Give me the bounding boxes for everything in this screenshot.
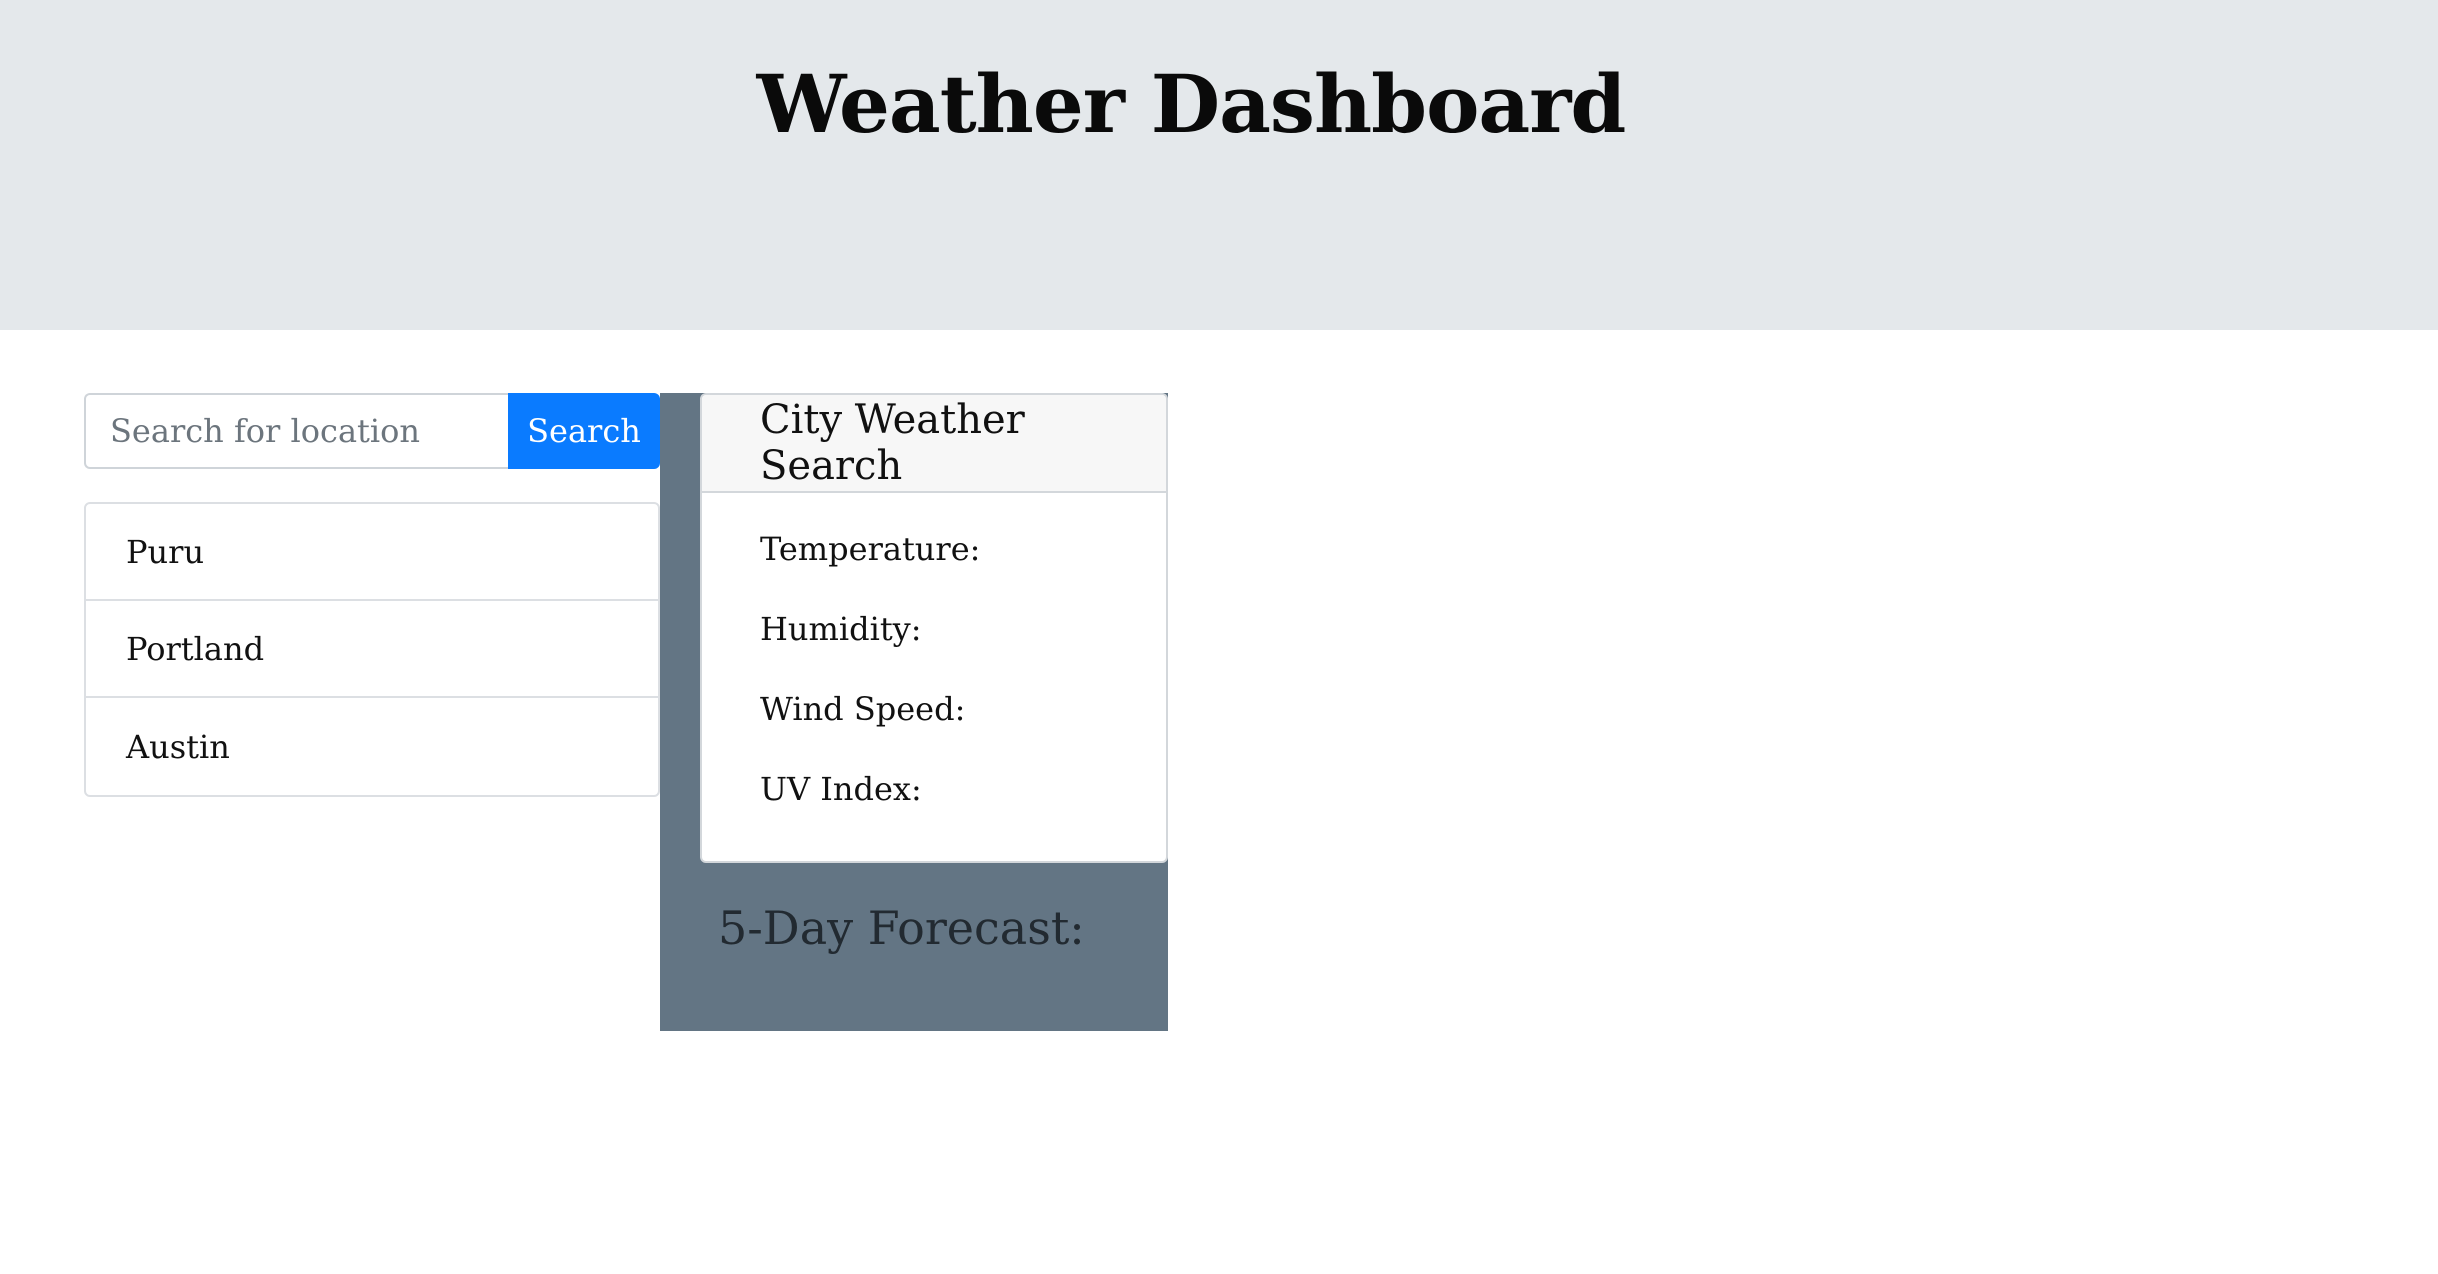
temperature-label: Temperature: xyxy=(760,530,981,568)
card-body: Temperature: Humidity: Wind Speed: UV In… xyxy=(702,493,1166,849)
weather-panel: City Weather Search Temperature: Humidit… xyxy=(660,393,1168,1031)
search-group: Search xyxy=(84,393,660,469)
page-title: Weather Dashboard xyxy=(756,57,1627,151)
current-weather-card: City Weather Search Temperature: Humidit… xyxy=(700,393,1168,863)
history-item-austin[interactable]: Austin xyxy=(86,698,658,795)
history-item-portland[interactable]: Portland xyxy=(86,601,658,698)
history-item-puru[interactable]: Puru xyxy=(86,504,658,601)
card-title: City Weather Search xyxy=(702,395,1166,493)
search-history-list: Puru Portland Austin xyxy=(84,502,660,797)
forecast-title: 5-Day Forecast: xyxy=(718,901,1085,955)
humidity-label: Humidity: xyxy=(760,610,922,648)
search-input[interactable] xyxy=(84,393,508,469)
header-jumbotron: Weather Dashboard xyxy=(0,0,2438,330)
wind-speed-label: Wind Speed: xyxy=(760,690,966,728)
search-button[interactable]: Search xyxy=(508,393,660,469)
uv-index-label: UV Index: xyxy=(760,770,922,808)
